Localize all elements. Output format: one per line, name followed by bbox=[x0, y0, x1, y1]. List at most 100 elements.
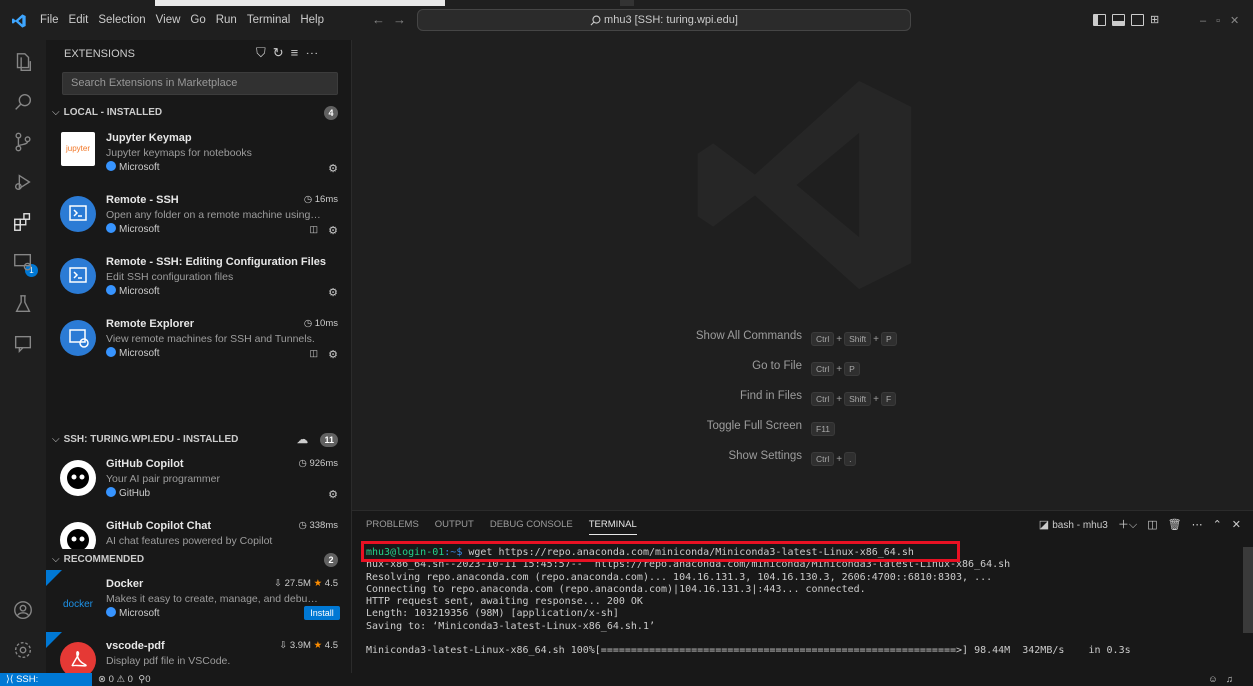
source-control-icon[interactable] bbox=[11, 130, 35, 154]
activation-time: ◷ 926ms bbox=[299, 458, 338, 469]
filter-icon[interactable]: ⛉ bbox=[256, 45, 273, 60]
split-terminal-icon[interactable]: ◫ bbox=[1147, 518, 1157, 531]
customize-layout-icon[interactable]: ⊞ bbox=[1150, 13, 1159, 26]
extension-item-github-copilot[interactable]: GitHub Copilot Your AI pair programmer G… bbox=[46, 454, 351, 516]
menu-item[interactable]: File bbox=[40, 14, 59, 26]
manage-gear-icon[interactable] bbox=[11, 638, 35, 662]
terminal-scrollbar[interactable] bbox=[1243, 547, 1253, 633]
extension-description: Your AI pair programmer bbox=[106, 473, 220, 485]
nav-arrows[interactable]: ←→ bbox=[372, 12, 414, 27]
more-actions-icon[interactable]: ⋯ bbox=[305, 45, 325, 60]
panel-tab-output[interactable]: OUTPUT bbox=[435, 519, 474, 535]
extensions-icon[interactable] bbox=[11, 210, 35, 234]
menu-item[interactable]: View bbox=[156, 14, 181, 26]
panel-tab-problems[interactable]: PROBLEMS bbox=[366, 519, 419, 535]
section-ssh-installed[interactable]: ⌵ SSH: TURING.WPI.EDU - INSTALLED ☁ 11 bbox=[46, 429, 351, 451]
menu-item[interactable]: Edit bbox=[69, 14, 89, 26]
key-separator: + bbox=[873, 334, 879, 345]
extensions-search-input[interactable]: Search Extensions in Marketplace bbox=[62, 72, 338, 95]
chat-icon[interactable] bbox=[11, 332, 35, 356]
extension-name: vscode-pdf bbox=[106, 640, 165, 652]
remote-explorer-icon bbox=[60, 320, 96, 356]
extension-item-remote-ssh[interactable]: Remote - SSH Open any folder on a remote… bbox=[46, 190, 351, 252]
shortcut-row[interactable]: Go to File Ctrl + P bbox=[352, 360, 1253, 376]
menu-item[interactable]: Selection bbox=[98, 14, 145, 26]
manage-gear-icon[interactable]: ⚙ bbox=[328, 488, 338, 501]
shortcut-row[interactable]: Show All Commands Ctrl + Shift + P bbox=[352, 330, 1253, 346]
key-separator: + bbox=[836, 334, 843, 345]
menu-item[interactable]: Help bbox=[300, 14, 324, 26]
close-icon[interactable]: ✕ bbox=[1230, 15, 1249, 27]
terminal-line: Miniconda3-latest-Linux-x86_64.sh 100%[=… bbox=[366, 645, 1131, 657]
clear-icon[interactable]: ≡ bbox=[291, 45, 306, 60]
accounts-icon[interactable] bbox=[11, 598, 35, 622]
download-count: 3.9M bbox=[289, 640, 311, 651]
close-panel-icon[interactable]: ✕ bbox=[1232, 518, 1241, 531]
publisher-name: Microsoft bbox=[119, 162, 160, 173]
section-local-installed[interactable]: ⌵ LOCAL - INSTALLED 4 bbox=[46, 102, 351, 124]
extension-item-docker[interactable]: docker Docker Makes it easy to create, m… bbox=[46, 570, 351, 636]
testing-icon[interactable] bbox=[11, 292, 35, 316]
maximize-panel-icon[interactable]: ⌃ bbox=[1213, 518, 1222, 531]
ports-count: 0 bbox=[145, 674, 151, 685]
refresh-icon[interactable]: ↻ bbox=[273, 45, 291, 60]
menu-item[interactable]: Terminal bbox=[247, 14, 290, 26]
explorer-icon[interactable] bbox=[11, 50, 35, 74]
toggle-panel-icon[interactable] bbox=[1112, 13, 1125, 26]
run-debug-icon[interactable] bbox=[11, 170, 35, 194]
restore-icon[interactable]: ▫ bbox=[1216, 15, 1230, 27]
manage-gear-icon[interactable]: ⚙ bbox=[328, 348, 338, 361]
back-icon[interactable]: ← bbox=[372, 12, 393, 27]
section-label: LOCAL - INSTALLED bbox=[63, 107, 163, 118]
search-icon bbox=[590, 15, 601, 26]
kill-terminal-icon[interactable]: 🗑 bbox=[1168, 518, 1182, 531]
panel-tab-terminal[interactable]: TERMINAL bbox=[588, 519, 637, 535]
manage-gear-icon[interactable]: ⚙ bbox=[328, 162, 338, 175]
extension-item-jupyter-keymap[interactable]: jupyter Jupyter Keymap Jupyter keymaps f… bbox=[46, 128, 351, 190]
keycap: Ctrl bbox=[811, 392, 835, 406]
keycap: P bbox=[880, 332, 897, 346]
remote-explorer-icon[interactable] bbox=[11, 250, 35, 274]
terminal-instance[interactable]: ◪ bash - mhu3 bbox=[1039, 518, 1108, 531]
copilot-icon[interactable]: ☺ bbox=[1208, 674, 1226, 685]
remote-indicator[interactable]: ⟩⟨ SSH: turing.wpi.edu bbox=[0, 673, 92, 686]
more-icon[interactable]: ⋯ bbox=[1192, 518, 1203, 531]
extension-publisher: Microsoft bbox=[106, 285, 160, 297]
extension-description: Display pdf file in VSCode. bbox=[106, 655, 231, 667]
keycap: Ctrl bbox=[811, 452, 835, 466]
install-button[interactable]: Install bbox=[304, 606, 340, 620]
extension-item-remote-ssh-edit[interactable]: Remote - SSH: Editing Configuration File… bbox=[46, 252, 351, 314]
forward-icon[interactable]: → bbox=[393, 12, 414, 27]
command-center[interactable]: mhu3 [SSH: turing.wpi.edu] bbox=[417, 9, 911, 31]
star-icon: ★ bbox=[313, 578, 323, 589]
notifications-bell-icon[interactable]: ♫ bbox=[1226, 674, 1241, 685]
extension-item-github-copilot-chat[interactable]: GitHub Copilot Chat AI chat features pow… bbox=[46, 516, 351, 558]
menu-item[interactable]: Go bbox=[190, 14, 205, 26]
panel-tab-debug-console[interactable]: DEBUG CONSOLE bbox=[490, 519, 573, 535]
menu-item[interactable]: Run bbox=[216, 14, 237, 26]
keycap: F11 bbox=[811, 422, 836, 436]
toggle-secondary-sidebar-icon[interactable] bbox=[1131, 13, 1144, 26]
status-problems[interactable]: ⊗ 0 ⚠ 0 ⚲0 bbox=[98, 673, 151, 686]
extension-item-vscode-pdf[interactable]: vscode-pdf Display pdf file in VSCode. ⇩… bbox=[46, 632, 351, 673]
section-recommended[interactable]: ⌵ RECOMMENDED 2 bbox=[46, 549, 351, 571]
extension-item-remote-explorer[interactable]: Remote Explorer View remote machines for… bbox=[46, 314, 351, 376]
terminal-output[interactable]: mhu3@login-01:~$ wget https://repo.anaco… bbox=[366, 547, 1131, 658]
search-sidebar-icon[interactable] bbox=[11, 90, 35, 114]
activation-time-value: 16ms bbox=[314, 194, 338, 205]
remote-indicator-icon: ◫ bbox=[309, 224, 318, 234]
extension-publisher: Microsoft bbox=[106, 223, 160, 235]
chevron-down-icon: ⌵ bbox=[52, 554, 60, 565]
manage-gear-icon[interactable]: ⚙ bbox=[328, 224, 338, 237]
shortcut-row[interactable]: Show Settings Ctrl +. bbox=[352, 450, 1253, 466]
sidebar-actions: ⛉↻≡⋯ bbox=[256, 45, 325, 61]
extensions-sidebar: EXTENSIONS ⛉↻≡⋯ Search Extensions in Mar… bbox=[46, 40, 352, 673]
shortcut-row[interactable]: Find in Files Ctrl + Shift + F bbox=[352, 390, 1253, 406]
panel-tabs: PROBLEMS OUTPUT DEBUG CONSOLE TERMINAL bbox=[366, 519, 637, 535]
manage-gear-icon[interactable]: ⚙ bbox=[328, 286, 338, 299]
new-terminal-icon[interactable]: ＋⌵ bbox=[1118, 516, 1137, 532]
toggle-primary-sidebar-icon[interactable] bbox=[1093, 13, 1106, 26]
shortcut-keys: Ctrl + Shift + F bbox=[810, 389, 897, 407]
shortcut-row[interactable]: Toggle Full Screen F11 bbox=[352, 420, 1253, 436]
minimize-icon[interactable]: – bbox=[1200, 15, 1216, 27]
